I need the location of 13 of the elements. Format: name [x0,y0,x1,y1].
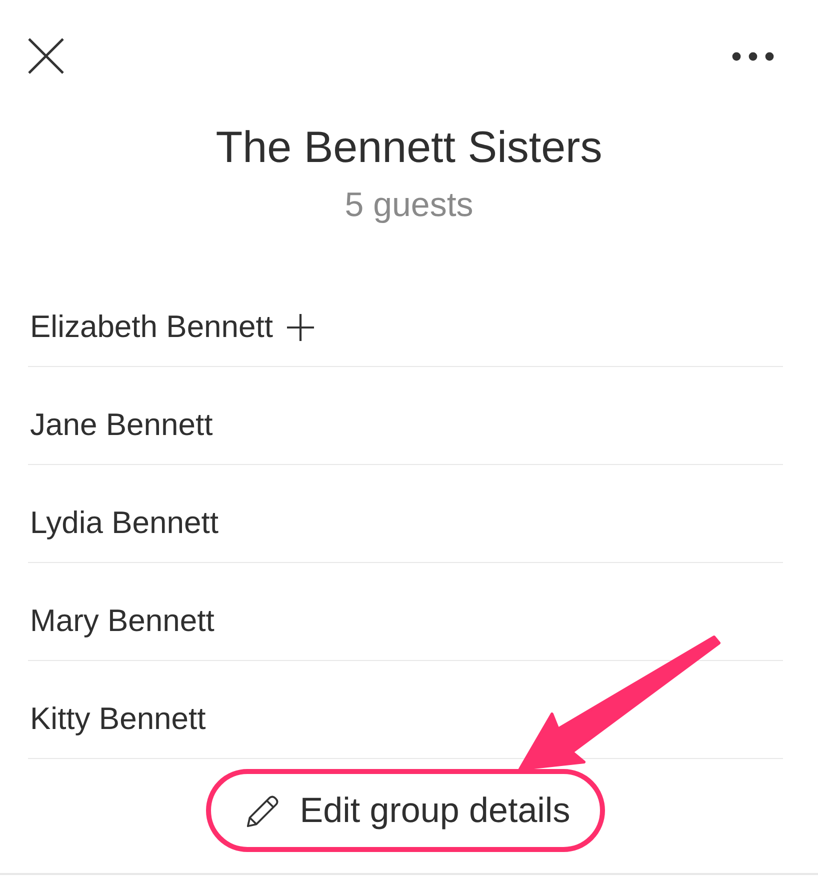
guest-name[interactable]: Kitty Bennett [30,701,206,737]
guest-name[interactable]: Elizabeth Bennett [30,309,274,345]
group-title: The Bennett Sisters [216,122,602,174]
close-icon [28,38,64,74]
edit-group-button[interactable]: Edit group details [246,790,570,830]
guest-name[interactable]: Lydia Bennett [30,505,218,541]
guest-name[interactable]: Jane Bennett [30,407,213,443]
guest-count: 5 guests [344,185,474,225]
more-button[interactable] [732,52,774,60]
close-button[interactable] [28,38,64,74]
guest-name[interactable]: Mary Bennett [30,603,214,639]
more-icon [732,52,774,60]
pencil-icon [246,794,280,828]
